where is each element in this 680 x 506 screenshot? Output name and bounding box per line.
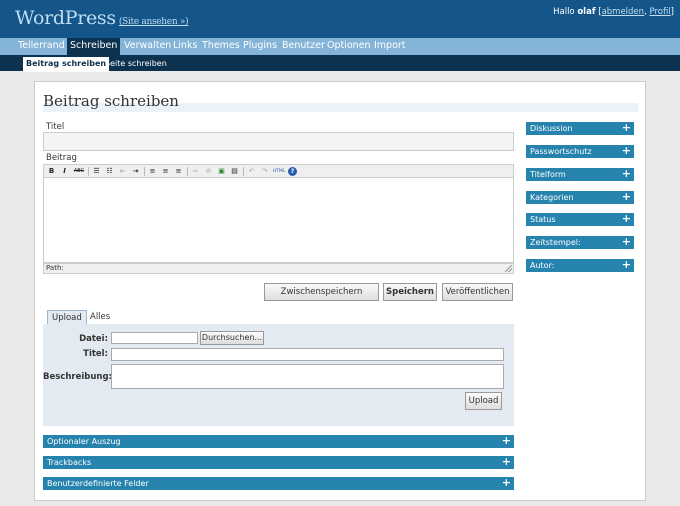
- align-center-icon[interactable]: ≡: [161, 167, 170, 176]
- excerpt-panel[interactable]: Optionaler Auszug +: [43, 435, 514, 448]
- menu-item-verwalten[interactable]: Verwalten: [124, 40, 171, 51]
- description-input[interactable]: [111, 364, 504, 389]
- description-label: Beschreibung:: [43, 372, 112, 382]
- upload-title-input[interactable]: [111, 348, 504, 361]
- save-button[interactable]: Speichern: [383, 283, 437, 301]
- sidebar-status-panel[interactable]: Status +: [526, 213, 634, 226]
- toolbar-separator: [243, 167, 244, 176]
- numbered-list-icon[interactable]: ☷: [105, 167, 114, 176]
- html-button[interactable]: HTML: [272, 167, 286, 176]
- image-icon[interactable]: ▣: [217, 167, 226, 176]
- publish-button[interactable]: Veröffentlichen: [442, 283, 513, 301]
- submenu-item-post[interactable]: Beitrag schreiben: [23, 57, 110, 72]
- file-label: Datei:: [79, 334, 108, 344]
- sidebar-panel-label: Titelform: [530, 170, 566, 179]
- redo-icon[interactable]: ↷: [260, 167, 269, 176]
- toolbar-separator: [144, 167, 145, 176]
- sidebar-panel-label: Zeitstempel:: [530, 238, 581, 247]
- sidebar-discussion-panel[interactable]: Diskussion +: [526, 122, 634, 135]
- link-icon[interactable]: ∞: [191, 167, 200, 176]
- title-input[interactable]: [43, 132, 514, 151]
- menu-item-links[interactable]: Links: [173, 40, 197, 51]
- align-right-icon[interactable]: ≡: [174, 167, 183, 176]
- path-label: Path:: [46, 264, 64, 272]
- content-wrap: Beitrag schreiben Titel Beitrag B I ABC …: [34, 81, 646, 501]
- custom-fields-panel[interactable]: Benutzerdefinierte Felder +: [43, 477, 514, 490]
- trackbacks-panel-label: Trackbacks: [47, 458, 92, 467]
- username: olaf: [577, 7, 596, 17]
- menu-item-schreiben[interactable]: Schreiben: [67, 38, 121, 55]
- sidebar-categories-panel[interactable]: Kategorien +: [526, 191, 634, 204]
- more-tag-icon[interactable]: ▤: [230, 167, 239, 176]
- sidebar-panel-label: Autor:: [530, 261, 555, 270]
- expand-icon[interactable]: +: [622, 191, 631, 203]
- logout-link[interactable]: abmelden: [602, 7, 645, 17]
- expand-icon[interactable]: +: [622, 122, 631, 134]
- profile-link[interactable]: Profil: [649, 7, 670, 17]
- main-menu: Tellerrand Schreiben Verwalten Links The…: [0, 38, 680, 55]
- sidebar-author-panel[interactable]: Autor: +: [526, 259, 634, 272]
- menu-item-tellerrand[interactable]: Tellerrand: [18, 40, 65, 51]
- help-icon[interactable]: ?: [288, 167, 297, 176]
- strikethrough-button[interactable]: ABC: [73, 167, 85, 176]
- expand-icon[interactable]: +: [622, 236, 631, 248]
- save-draft-button[interactable]: Zwischenspeichern: [264, 283, 379, 301]
- bullet-list-icon[interactable]: ☰: [92, 167, 101, 176]
- upload-button[interactable]: Upload: [465, 392, 502, 410]
- toolbar-separator: [187, 167, 188, 176]
- bold-button[interactable]: B: [47, 167, 56, 176]
- logo-text: WordPress: [15, 7, 116, 29]
- trackbacks-panel[interactable]: Trackbacks +: [43, 456, 514, 469]
- expand-icon[interactable]: +: [622, 213, 631, 225]
- content-label: Beitrag: [46, 153, 77, 163]
- excerpt-panel-label: Optionaler Auszug: [47, 437, 121, 446]
- title-label: Titel: [46, 122, 65, 132]
- sidebar-slug-panel[interactable]: Titelform +: [526, 168, 634, 181]
- site-logo: WordPress (Site ansehen »): [15, 7, 189, 29]
- menu-item-optionen[interactable]: Optionen: [327, 40, 371, 51]
- resize-grip-icon[interactable]: [505, 265, 512, 272]
- tab-upload[interactable]: Upload: [47, 310, 87, 325]
- upload-title-label: Titel:: [83, 349, 108, 359]
- menu-item-themes[interactable]: Themes: [202, 40, 240, 51]
- user-info: Hallo olaf [abmelden, Profil]: [553, 7, 674, 17]
- italic-button[interactable]: I: [60, 167, 69, 176]
- align-left-icon[interactable]: ≡: [148, 167, 157, 176]
- content-editor[interactable]: [43, 177, 514, 263]
- expand-icon[interactable]: +: [502, 477, 511, 489]
- outdent-icon[interactable]: ⇤: [118, 167, 127, 176]
- editor-toolbar: B I ABC ☰ ☷ ⇤ ⇥ ≡ ≡ ≡ ∞ ⊘ ▣ ▤ ↶ ↷ HTML ?: [43, 164, 514, 177]
- undo-icon[interactable]: ↶: [247, 167, 256, 176]
- toolbar-separator: [88, 167, 89, 176]
- file-input[interactable]: [111, 332, 198, 344]
- sidebar-panel-label: Status: [530, 215, 556, 224]
- unlink-icon[interactable]: ⊘: [204, 167, 213, 176]
- menu-item-plugins[interactable]: Plugins: [243, 40, 277, 51]
- greeting: Hallo: [553, 7, 575, 17]
- editor-path-bar: Path:: [43, 263, 514, 274]
- expand-icon[interactable]: +: [622, 145, 631, 157]
- menu-item-benutzer[interactable]: Benutzer: [282, 40, 325, 51]
- expand-icon[interactable]: +: [502, 456, 511, 468]
- sidebar-panel-label: Kategorien: [530, 193, 574, 202]
- submenu-item-page[interactable]: Seite schreiben: [105, 59, 167, 68]
- sidebar-panel-label: Passwortschutz: [530, 147, 592, 156]
- custom-fields-panel-label: Benutzerdefinierte Felder: [47, 479, 149, 488]
- menu-item-import[interactable]: Import: [374, 40, 406, 51]
- tab-browse-all[interactable]: Alles durchsuchen: [86, 310, 149, 337]
- expand-icon[interactable]: +: [622, 259, 631, 271]
- upload-panel: Datei: Durchsuchen... Titel: Beschreibun…: [43, 324, 514, 426]
- sidebar-timestamp-panel[interactable]: Zeitstempel: +: [526, 236, 634, 249]
- sidebar-panel-label: Diskussion: [530, 124, 573, 133]
- sidebar-password-panel[interactable]: Passwortschutz +: [526, 145, 634, 158]
- page-title: Beitrag schreiben: [43, 92, 638, 112]
- indent-icon[interactable]: ⇥: [131, 167, 140, 176]
- expand-icon[interactable]: +: [502, 435, 511, 447]
- expand-icon[interactable]: +: [622, 168, 631, 180]
- header: WordPress (Site ansehen ») Hallo olaf [ab…: [0, 0, 680, 38]
- sub-menu: Beitrag schreiben Seite schreiben: [0, 55, 680, 72]
- browse-button[interactable]: Durchsuchen...: [200, 331, 264, 345]
- view-site-link[interactable]: (Site ansehen »): [119, 17, 189, 27]
